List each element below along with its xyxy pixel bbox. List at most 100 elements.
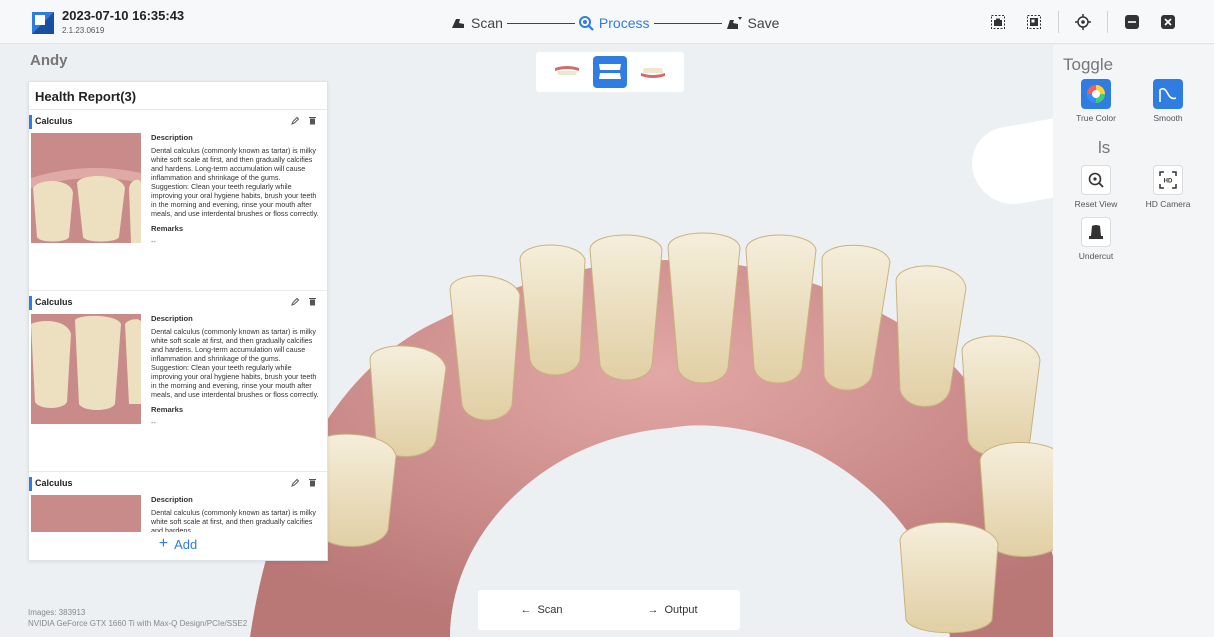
finding-header: Calculus (29, 296, 327, 310)
both-jaws-icon (598, 64, 621, 79)
finding-details: Description Dental calculus (commonly kn… (151, 314, 321, 427)
upper-jaw-button[interactable] (550, 56, 584, 88)
finding-suggestion: Suggestion: Clean your teeth regularly w… (151, 363, 319, 399)
description-label: Description (151, 314, 193, 323)
finding-header: Calculus (29, 477, 327, 491)
image-view-button[interactable] (1016, 10, 1052, 34)
delete-icon[interactable] (308, 297, 317, 306)
step-connector (506, 22, 575, 24)
true-color-button[interactable] (1081, 79, 1111, 109)
lower-jaw-button[interactable] (636, 56, 670, 88)
reset-view-button[interactable] (1081, 165, 1111, 195)
finding-indicator (29, 115, 32, 129)
step-process-label: Process (598, 15, 650, 31)
process-icon (578, 16, 594, 31)
finding-description: Dental calculus (commonly known as tarta… (151, 508, 316, 532)
finding-tools (291, 478, 317, 487)
divider (1107, 11, 1108, 33)
app-version: 2.1.23.0619 (62, 26, 105, 35)
save-icon (726, 17, 742, 29)
minimize-icon (1125, 15, 1139, 29)
step-process[interactable]: Process (578, 15, 650, 31)
delete-icon[interactable] (308, 116, 317, 125)
hd-camera-tool[interactable]: HD HD Camera (1133, 165, 1203, 209)
undercut-button[interactable] (1081, 217, 1111, 247)
undercut-label: Undercut (1078, 251, 1114, 261)
smooth-button[interactable] (1153, 79, 1183, 109)
back-to-scan-button[interactable]: ← Scan (520, 604, 562, 616)
reset-view-tool[interactable]: Reset View (1061, 165, 1131, 209)
undercut-tool[interactable]: Undercut (1061, 217, 1131, 261)
step-scan[interactable]: Scan (450, 15, 503, 31)
plus-icon: + (158, 535, 169, 552)
scanner-icon (452, 19, 464, 28)
add-finding-button[interactable]: + Add (29, 532, 327, 556)
upper-jaw-icon (555, 66, 580, 75)
jaw-selector (536, 52, 684, 92)
lower-jaw-icon (640, 68, 665, 78)
close-button[interactable] (1150, 10, 1186, 34)
status-info: Images: 383913 NVIDIA GeForce GTX 1660 T… (28, 607, 247, 629)
finding-description: Dental calculus (commonly known as tarta… (151, 146, 316, 182)
remarks-value[interactable]: -- (151, 418, 321, 427)
finding-tools (291, 116, 317, 125)
step-save-label: Save (747, 15, 780, 31)
finding-card[interactable]: Calculus Description Dental calculus (co… (29, 472, 327, 532)
finding-photo[interactable] (31, 495, 141, 532)
finding-details: Description Dental calculus (commonly kn… (151, 495, 321, 532)
finding-photo[interactable] (31, 133, 141, 243)
hd-camera-button[interactable]: HD (1153, 165, 1183, 195)
true-color-icon (1087, 85, 1105, 103)
description-label: Description (151, 495, 193, 504)
bottom-navigation: ← Scan → Output (478, 590, 740, 630)
finding-indicator (29, 296, 32, 310)
finding-list[interactable]: Calculus Description Dental calculus (co… (29, 110, 327, 532)
minimize-button[interactable] (1114, 10, 1150, 34)
finding-header: Calculus (29, 115, 327, 129)
edit-icon[interactable] (291, 116, 300, 125)
finding-indicator (29, 477, 32, 491)
finding-card[interactable]: Calculus Description Dental calculus (co… (29, 110, 327, 291)
remarks-label: Remarks (151, 405, 184, 414)
output-label: Output (664, 604, 698, 616)
locate-button[interactable] (1065, 10, 1101, 34)
step-scan-label: Scan (471, 15, 503, 31)
both-jaws-button[interactable] (592, 56, 627, 88)
step-connector (653, 22, 722, 24)
finding-card[interactable]: Calculus Description Dental calculus (co… (29, 291, 327, 472)
back-label: Scan (537, 604, 563, 616)
edit-icon[interactable] (291, 478, 300, 487)
dental-arch-model[interactable] (250, 200, 1070, 637)
screenshot-button[interactable] (980, 10, 1016, 34)
remarks-value[interactable]: -- (151, 237, 321, 246)
gpu-info: NVIDIA GeForce GTX 1660 Ti with Max-Q De… (28, 619, 248, 628)
finding-tools (291, 297, 317, 306)
finding-details: Description Dental calculus (commonly kn… (151, 133, 321, 246)
toggle-heading: Toggle (1063, 55, 1114, 74)
image-icon (1027, 15, 1041, 29)
true-color-label: True Color (1076, 113, 1116, 123)
top-bar: 2023-07-10 16:35:43 2.1.23.0619 Scan Pro… (0, 0, 1214, 44)
remarks-label: Remarks (151, 224, 184, 233)
session-timestamp: 2023-07-10 16:35:43 (62, 8, 185, 23)
app-logo-icon (32, 12, 54, 34)
finding-suggestion: Suggestion: Clean your teeth regularly w… (151, 182, 319, 218)
output-button[interactable]: → Output (647, 604, 697, 616)
undercut-icon (1089, 225, 1103, 239)
reset-view-icon (1088, 172, 1104, 188)
step-save[interactable]: Save (725, 15, 780, 31)
right-tool-panel: Toggle True Color Smooth ls Reset View H… (1053, 45, 1214, 637)
image-count: Images: 383913 (28, 608, 86, 617)
health-report-panel: Health Report(3) Calculus Description De… (28, 81, 328, 561)
true-color-toggle[interactable]: True Color (1061, 79, 1131, 123)
target-icon (1075, 14, 1091, 30)
hd-camera-icon: HD (1159, 171, 1177, 189)
smooth-toggle[interactable]: Smooth (1133, 79, 1203, 123)
arrow-right-icon: → (647, 604, 659, 616)
finding-description: Dental calculus (commonly known as tarta… (151, 327, 316, 363)
delete-icon[interactable] (308, 478, 317, 487)
edit-icon[interactable] (291, 297, 300, 306)
hd-camera-label: HD Camera (1145, 199, 1191, 209)
finding-photo[interactable] (31, 314, 141, 424)
finding-name: Calculus (35, 478, 73, 488)
